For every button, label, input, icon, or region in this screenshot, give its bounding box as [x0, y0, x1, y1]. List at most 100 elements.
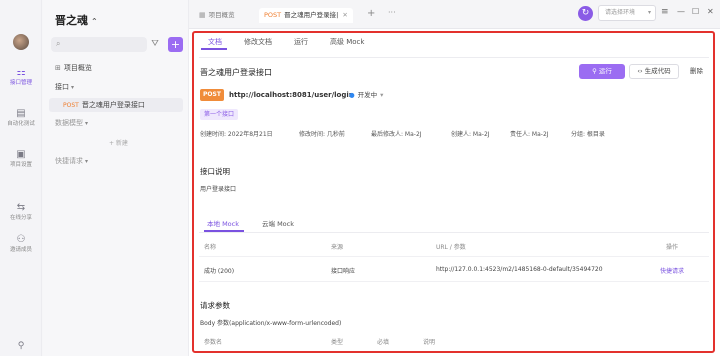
column-header-description: 说明	[423, 339, 436, 346]
chevron-down-icon: ▾	[647, 9, 651, 16]
project-sidebar: 晋之魂 ⌃ ⌕ ⛛ + ⊞ 项目概览 接口 ▾ POST 晋之魂用户登录接口 数据模型 ▾…	[43, 0, 189, 356]
filter-icon[interactable]: ⛛	[149, 38, 161, 50]
tab-run[interactable]: 运行	[294, 37, 308, 47]
environment-select[interactable]: 请选择环境 ▾	[598, 5, 656, 21]
column-header-type: 类型	[331, 339, 344, 346]
mock-row-name: 成功 (200)	[204, 268, 235, 275]
body-params-label: Body 参数(application/x-www-form-urlencode…	[200, 320, 342, 327]
app-rail: ⚏ 接口管理 ▤ 自动化测试 ▣ 项目设置 ⇆ 在线分享 ⚇ 邀请成员 ⚲	[0, 0, 42, 356]
settings-icon: ▣	[16, 149, 26, 160]
caret-down-icon: ▾	[85, 158, 89, 165]
request-params-title: 请求参数	[200, 301, 230, 310]
env-placeholder: 请选择环境	[605, 9, 636, 16]
notification-icon[interactable]: ⚲	[16, 341, 26, 351]
tab-local-mock[interactable]: 本地 Mock	[207, 218, 239, 228]
folder-data-models[interactable]: 数据模型 ▾	[55, 116, 88, 130]
column-header-param-name: 参数名	[204, 339, 223, 346]
mock-row-source: 接口响应	[331, 268, 356, 275]
rail-item-auto-test[interactable]: ▤ 自动化测试	[0, 108, 42, 128]
meta-modified-time: 修改时间: 几秒前	[299, 131, 345, 138]
more-icon[interactable]: ···	[388, 8, 396, 17]
api-detail-panel: 文档 修改文档 运行 高级 Mock 晋之魂用户登录接口 ⚲ 运行 ‹› 生成代…	[189, 29, 720, 356]
tab-advanced-mock[interactable]: 高级 Mock	[330, 37, 364, 47]
meta-group: 分组: 根目录	[571, 131, 605, 138]
search-icon: ⌕	[56, 39, 61, 48]
tab-bar: ▦ 项目概览 POST 晋之魂用户登录接| ✕ + ··· ↻ 请选择环境 ▾ ≡ — …	[189, 0, 720, 29]
test-icon: ▤	[16, 108, 26, 119]
column-header-required: 必填	[377, 339, 390, 346]
minimize-icon[interactable]: —	[677, 7, 685, 16]
window-close-icon[interactable]: ✕	[707, 7, 714, 16]
active-tab-indicator	[201, 48, 227, 50]
sidebar-item-label: 项目概览	[63, 64, 92, 72]
grid-icon: ▦	[199, 11, 206, 19]
new-model-button[interactable]: + 新建	[109, 138, 128, 147]
method-badge: POST	[200, 89, 224, 101]
grid-icon: ⊞	[55, 64, 61, 72]
rail-item-label: 邀请成员	[9, 247, 32, 253]
chevron-updown-icon: ⌃	[91, 17, 98, 26]
method-label: POST	[264, 11, 282, 19]
rail-item-label: 接口管理	[9, 80, 32, 86]
rail-item-label: 在线分享	[9, 215, 32, 221]
new-tab-button[interactable]: +	[367, 8, 375, 19]
run-button[interactable]: ⚲ 运行	[579, 64, 625, 79]
invite-icon: ⚇	[16, 234, 26, 245]
folder-label: 快捷请求	[55, 157, 83, 165]
search-input[interactable]: ⌕	[51, 37, 147, 52]
rail-item-invite[interactable]: ⚇ 邀请成员	[0, 234, 42, 254]
api-title: 晋之魂用户登录接口	[200, 68, 272, 77]
method-label: POST	[63, 102, 79, 109]
tab-label: 项目概览	[208, 11, 235, 19]
column-header-name: 名称	[204, 244, 217, 251]
tab-cloud-mock[interactable]: 云端 Mock	[262, 218, 294, 228]
sidebar-item-overview[interactable]: ⊞ 项目概览	[55, 61, 92, 75]
caret-down-icon: ▾	[85, 120, 89, 127]
maximize-icon[interactable]: ☐	[692, 7, 699, 16]
rail-item-label: 自动化测试	[7, 121, 35, 127]
tab-project-overview[interactable]: ▦ 项目概览	[199, 8, 235, 23]
caret-down-icon: ▾	[71, 84, 75, 91]
avatar[interactable]	[13, 34, 29, 50]
tab-docs[interactable]: 文档	[208, 37, 222, 47]
quick-request-link[interactable]: 快捷请求	[660, 266, 684, 275]
close-icon[interactable]: ✕	[342, 11, 347, 19]
delete-button[interactable]: 删除	[684, 64, 709, 79]
rail-item-api[interactable]: ⚏ 接口管理	[0, 67, 42, 87]
sync-icon[interactable]: ↻	[578, 6, 593, 21]
tab-edit-docs[interactable]: 修改文档	[244, 37, 272, 47]
meta-created-time: 创建时间: 2022年8月21日	[200, 131, 273, 138]
tab-login-api[interactable]: POST 晋之魂用户登录接| ✕	[259, 8, 353, 23]
meta-last-modifier: 最后修改人: Ma-2J	[371, 131, 422, 138]
tab-label: 晋之魂用户登录接|	[284, 11, 339, 19]
folder-label: 接口	[55, 83, 69, 91]
folder-quick-requests[interactable]: 快捷请求 ▾	[55, 154, 88, 168]
folder-label: 数据模型	[55, 119, 83, 127]
divider	[199, 256, 709, 257]
chevron-down-icon: ▾	[380, 91, 384, 99]
sidebar-item-login-api[interactable]: POST 晋之魂用户登录接口	[49, 98, 183, 112]
status-select[interactable]: ● 开发中 ▾	[349, 89, 383, 101]
project-name: 晋之魂	[55, 14, 88, 27]
generate-code-button[interactable]: ‹› 生成代码	[629, 64, 679, 79]
folder-api[interactable]: 接口 ▾	[55, 80, 74, 94]
api-url: http://localhost:8081/user/login	[229, 91, 354, 99]
api-tag: 第一个接口	[200, 109, 239, 120]
meta-creator: 创建人: Ma-2J	[451, 131, 490, 138]
status-label: 开发中	[357, 91, 378, 99]
share-icon: ⇆	[16, 202, 26, 213]
description-title: 接口说明	[200, 167, 230, 176]
meta-owner: 责任人: Ma-2J	[510, 131, 549, 138]
column-header-url: URL / 参数	[436, 244, 466, 251]
menu-icon[interactable]: ≡	[661, 7, 669, 17]
add-button[interactable]: +	[168, 37, 183, 52]
status-dot-icon: ●	[349, 91, 355, 99]
rail-item-share[interactable]: ⇆ 在线分享	[0, 202, 42, 222]
description-text: 用户登录接口	[200, 186, 237, 193]
mock-row-url[interactable]: http://127.0.0.1:4523/m2/1485168-0-defau…	[436, 266, 603, 273]
api-icon: ⚏	[16, 67, 26, 78]
project-switcher[interactable]: 晋之魂 ⌃	[55, 12, 98, 28]
column-header-action: 操作	[666, 244, 679, 251]
rail-item-project-settings[interactable]: ▣ 项目设置	[0, 149, 42, 169]
divider	[199, 281, 709, 282]
